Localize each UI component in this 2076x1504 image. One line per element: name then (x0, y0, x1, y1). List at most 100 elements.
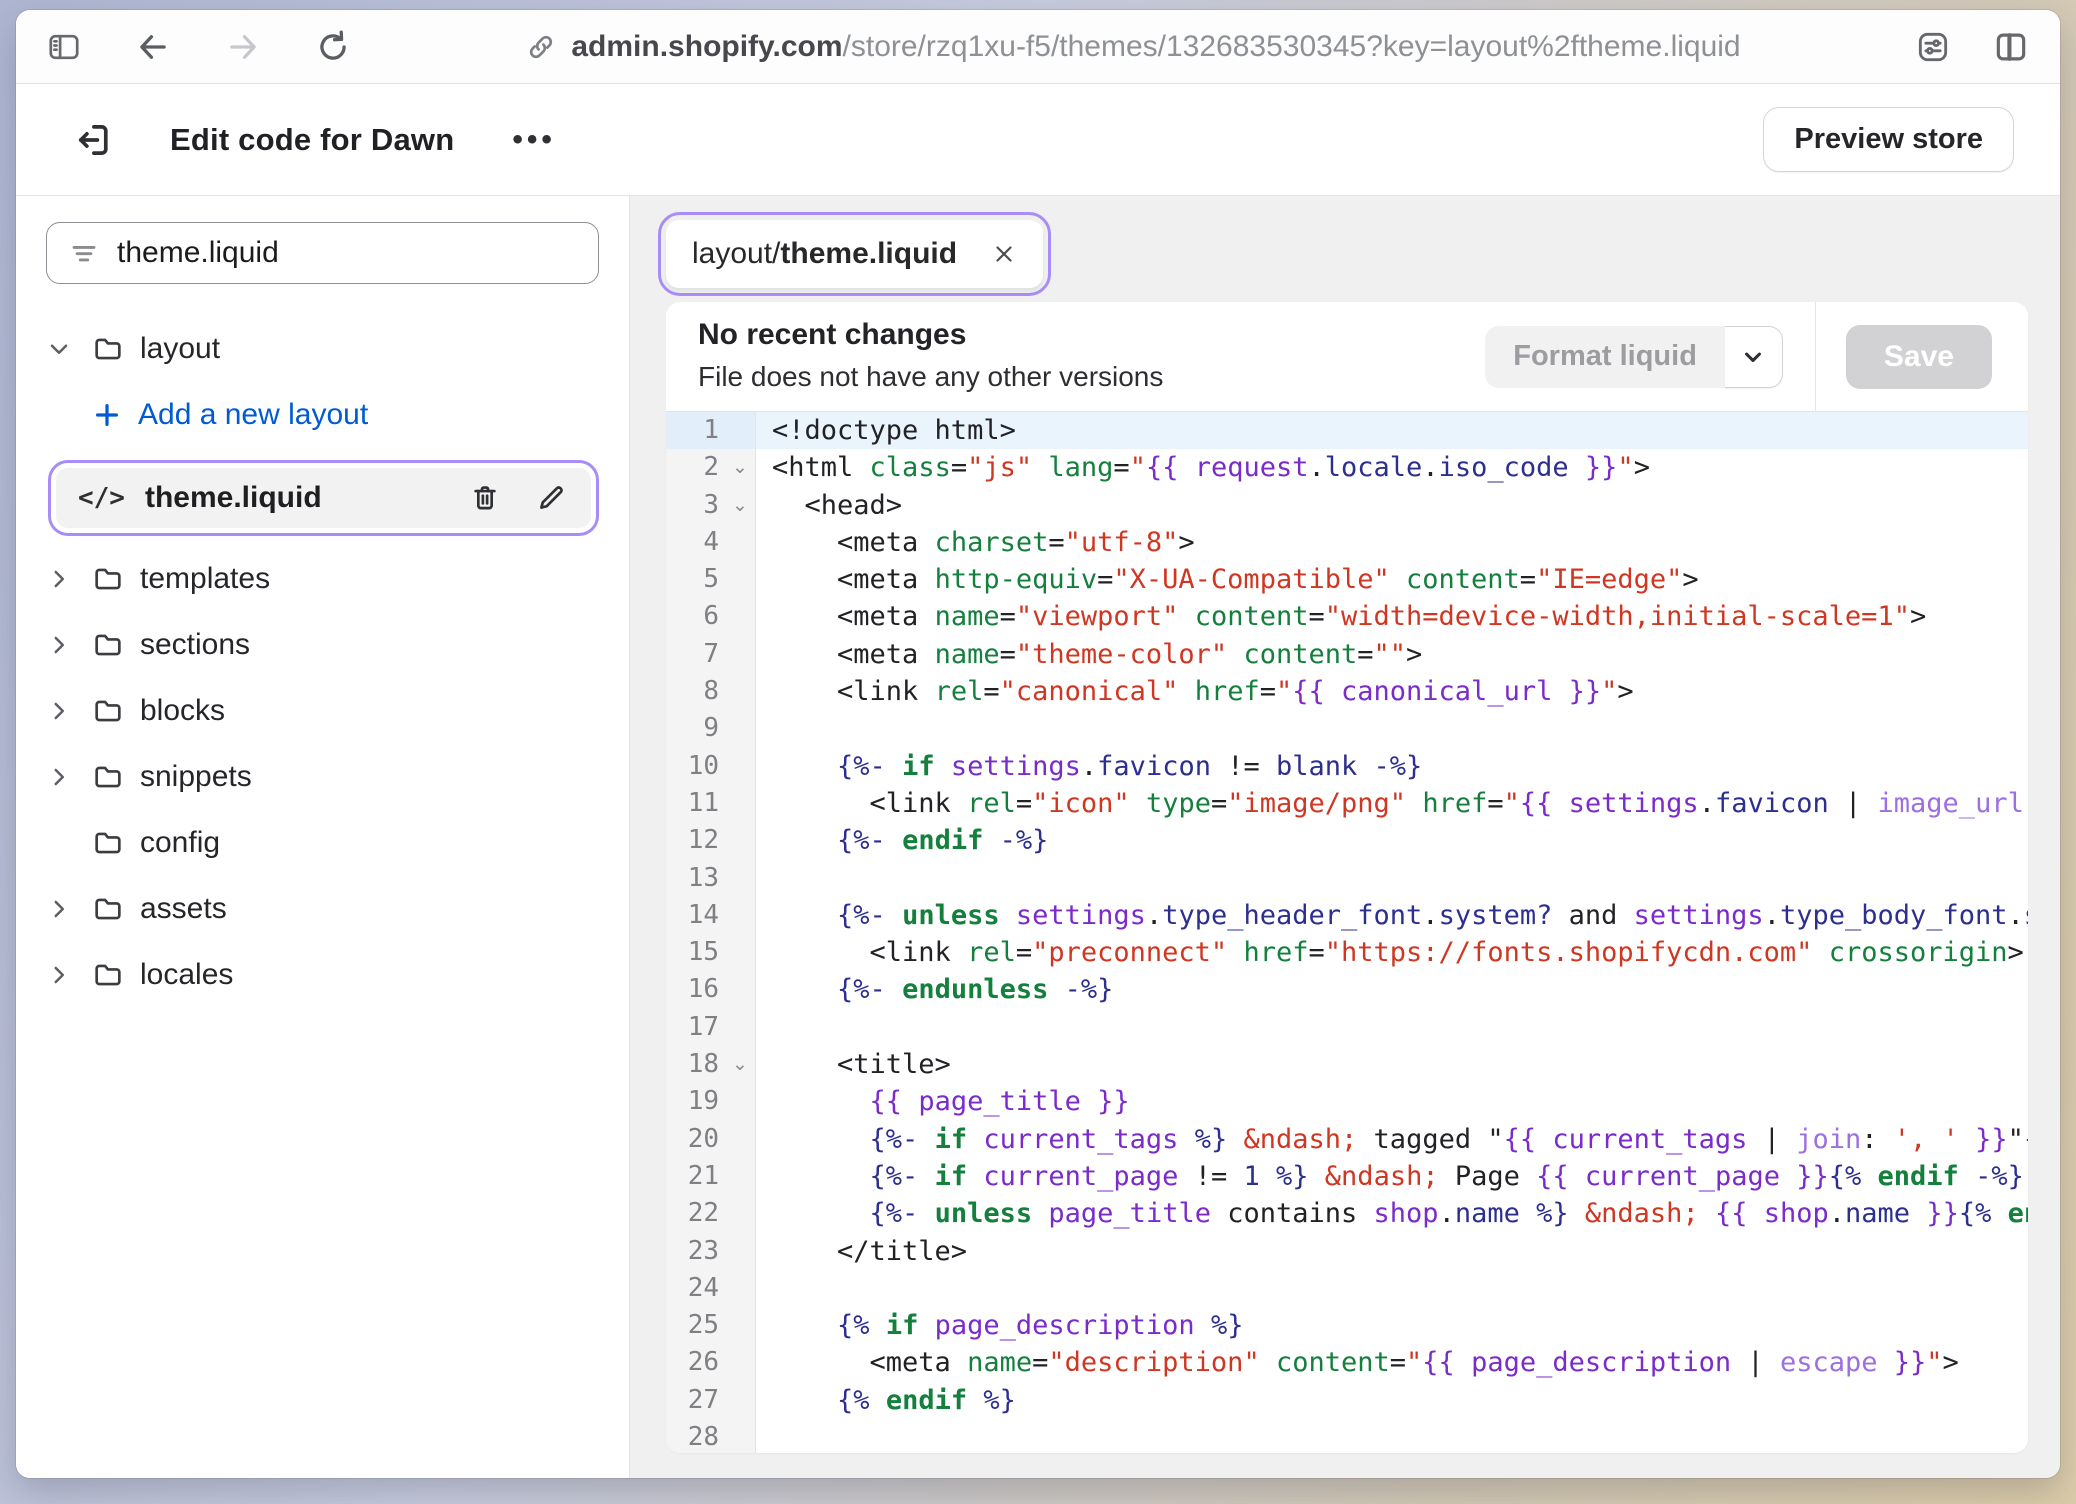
code-line-text: {{ page_title }} (756, 1083, 2028, 1120)
gutter-line-number[interactable]: 10 (666, 748, 756, 785)
gutter-line-number[interactable]: 9 (666, 710, 756, 747)
gutter-line-number[interactable]: 24 (666, 1270, 756, 1307)
fold-toggle-icon[interactable]: ⌄ (725, 449, 755, 486)
gutter-line-number[interactable]: 26 (666, 1344, 756, 1381)
gutter-line-number[interactable]: 25 (666, 1307, 756, 1344)
code-line[interactable]: 17 (666, 1009, 2028, 1046)
gutter-line-number[interactable]: 8 (666, 673, 756, 710)
gutter-line-number[interactable]: 4 (666, 524, 756, 561)
code-line[interactable]: 19 {{ page_title }} (666, 1083, 2028, 1120)
chevron-right-icon[interactable] (46, 962, 92, 988)
code-line[interactable]: 20 {%- if current_tags %} &ndash; tagged… (666, 1121, 2028, 1158)
gutter-line-number[interactable]: 23 (666, 1233, 756, 1270)
chevron-down-icon[interactable] (46, 336, 92, 362)
code-line[interactable]: 2⌄<html class="js" lang="{{ request.loca… (666, 449, 2028, 486)
gutter-line-number[interactable]: 1 (666, 412, 756, 449)
code-line[interactable]: 11 <link rel="icon" type="image/png" hre… (666, 785, 2028, 822)
code-line[interactable]: 9 (666, 710, 2028, 747)
code-line[interactable]: 21 {%- if current_page != 1 %} &ndash; P… (666, 1158, 2028, 1195)
gutter-line-number[interactable]: 27 (666, 1382, 756, 1419)
code-line[interactable]: 26 <meta name="description" content="{{ … (666, 1344, 2028, 1381)
url-bar[interactable]: admin.shopify.com/store/rzq1xu-f5/themes… (352, 30, 1914, 64)
code-line[interactable]: 3⌄ <head> (666, 487, 2028, 524)
format-liquid-caret-button[interactable] (1725, 326, 1783, 388)
page-settings-icon[interactable] (1914, 28, 1952, 66)
gutter-line-number[interactable]: 3⌄ (666, 487, 756, 524)
code-line[interactable]: 24 (666, 1270, 2028, 1307)
delete-file-icon[interactable] (469, 482, 501, 514)
gutter-line-number[interactable]: 21 (666, 1158, 756, 1195)
sidebar-toggle-icon[interactable] (46, 29, 82, 65)
gutter-line-number[interactable]: 6 (666, 598, 756, 635)
code-line[interactable]: 8 <link rel="canonical" href="{{ canonic… (666, 673, 2028, 710)
sidebar-item-snippets[interactable]: snippets (46, 756, 599, 798)
code-line[interactable]: 6 <meta name="viewport" content="width=d… (666, 598, 2028, 635)
tab-close-icon[interactable] (991, 241, 1017, 267)
gutter-line-number[interactable]: 12 (666, 822, 756, 859)
code-line[interactable]: 15 <link rel="preconnect" href="https://… (666, 934, 2028, 971)
code-line[interactable]: 22 {%- unless page_title contains shop.n… (666, 1195, 2028, 1232)
fold-toggle-icon[interactable]: ⌄ (725, 487, 755, 524)
line-number: 13 (666, 860, 725, 897)
sidebar-item-locales[interactable]: locales (46, 954, 599, 996)
gutter-line-number[interactable]: 22 (666, 1195, 756, 1232)
gutter-line-number[interactable]: 13 (666, 860, 756, 897)
code-line[interactable]: 27 {% endif %} (666, 1382, 2028, 1419)
split-view-icon[interactable] (1992, 28, 2030, 66)
more-menu-button[interactable]: ••• (512, 123, 556, 157)
chevron-right-icon[interactable] (46, 896, 92, 922)
gutter-line-number[interactable]: 20 (666, 1121, 756, 1158)
code-line[interactable]: 12 {%- endif -%} (666, 822, 2028, 859)
sidebar-item-templates[interactable]: templates (46, 558, 599, 600)
rename-file-icon[interactable] (535, 482, 567, 514)
chevron-right-icon[interactable] (46, 632, 92, 658)
sidebar-item-layout[interactable]: layout (46, 328, 599, 370)
gutter-line-number[interactable]: 17 (666, 1009, 756, 1046)
reload-icon[interactable] (314, 28, 352, 66)
back-icon[interactable] (134, 28, 172, 66)
chevron-right-icon[interactable] (46, 566, 92, 592)
preview-store-button[interactable]: Preview store (1763, 107, 2014, 172)
chevron-right-icon[interactable] (46, 698, 92, 724)
gutter-line-number[interactable]: 16 (666, 971, 756, 1008)
code-line[interactable]: 18⌄ <title> (666, 1046, 2028, 1083)
forward-icon[interactable] (224, 28, 262, 66)
code-line[interactable]: 7 <meta name="theme-color" content=""> (666, 636, 2028, 673)
code-line[interactable]: 10 {%- if settings.favicon != blank -%} (666, 748, 2028, 785)
gutter-line-number[interactable]: 15 (666, 934, 756, 971)
code-line[interactable]: 1<!doctype html> (666, 412, 2028, 449)
line-number: 6 (666, 598, 725, 635)
gutter-line-number[interactable]: 14 (666, 897, 756, 934)
editor-toolbar: No recent changes File does not have any… (666, 302, 2028, 412)
code-line[interactable]: 23 </title> (666, 1233, 2028, 1270)
save-button[interactable]: Save (1846, 325, 1992, 389)
sidebar-item-assets[interactable]: assets (46, 888, 599, 930)
code-line[interactable]: 4 <meta charset="utf-8"> (666, 524, 2028, 561)
fold-toggle-icon[interactable]: ⌄ (725, 1046, 755, 1083)
code-line[interactable]: 5 <meta http-equiv="X-UA-Compatible" con… (666, 561, 2028, 598)
code-line[interactable]: 13 (666, 860, 2028, 897)
code-line[interactable]: 16 {%- endunless -%} (666, 971, 2028, 1008)
code-line[interactable]: 28 (666, 1419, 2028, 1453)
sidebar-item-theme-liquid[interactable]: </>theme.liquid (56, 468, 591, 528)
add-new-layout-button[interactable]: Add a new layout (46, 394, 599, 436)
sidebar-item-blocks[interactable]: blocks (46, 690, 599, 732)
gutter-line-number[interactable]: 7 (666, 636, 756, 673)
gutter-line-number[interactable]: 18⌄ (666, 1046, 756, 1083)
file-search-input[interactable]: theme.liquid (46, 222, 599, 284)
code-editor[interactable]: 1<!doctype html>2⌄<html class="js" lang=… (666, 412, 2028, 1453)
format-liquid-button[interactable]: Format liquid (1485, 326, 1725, 388)
code-line[interactable]: 14 {%- unless settings.type_header_font.… (666, 897, 2028, 934)
sidebar-item-config[interactable]: config (46, 822, 599, 864)
tab-theme-liquid[interactable]: layout/theme.liquid (666, 220, 1043, 288)
sidebar-item-sections[interactable]: sections (46, 624, 599, 666)
gutter-line-number[interactable]: 19 (666, 1083, 756, 1120)
browser-window: admin.shopify.com/store/rzq1xu-f5/themes… (16, 10, 2060, 1478)
exit-icon[interactable] (72, 119, 114, 161)
gutter-line-number[interactable]: 5 (666, 561, 756, 598)
gutter-line-number[interactable]: 2⌄ (666, 449, 756, 486)
gutter-line-number[interactable]: 11 (666, 785, 756, 822)
code-line[interactable]: 25 {% if page_description %} (666, 1307, 2028, 1344)
gutter-line-number[interactable]: 28 (666, 1419, 756, 1453)
chevron-right-icon[interactable] (46, 764, 92, 790)
